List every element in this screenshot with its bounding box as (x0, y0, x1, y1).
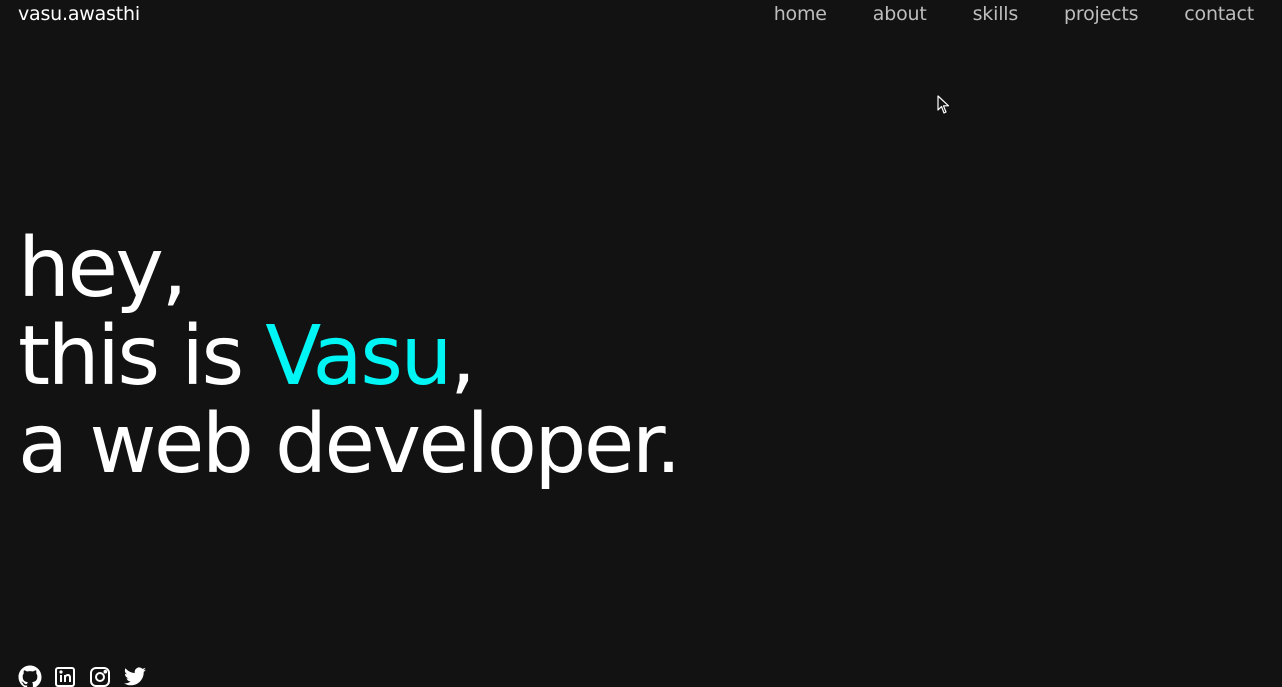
hero-line-intro: this is Vasu, (18, 313, 679, 401)
github-icon (18, 665, 42, 687)
nav-item-skills: skills (973, 2, 1019, 26)
nav-link-projects[interactable]: projects (1064, 3, 1138, 25)
nav-item-projects: projects (1064, 2, 1138, 26)
hero-intro-suffix: , (449, 309, 476, 404)
instagram-link[interactable] (88, 665, 112, 687)
mouse-cursor-icon (937, 95, 950, 114)
hero-line-greeting: hey, (18, 221, 188, 316)
nav-link-home[interactable]: home (774, 3, 827, 25)
hero-line-role: a web developer. (18, 397, 682, 492)
nav-link-about[interactable]: about (873, 3, 927, 25)
nav-item-contact: contact (1184, 2, 1254, 26)
linkedin-link[interactable] (53, 665, 77, 687)
hero-name: Vasu (265, 309, 452, 404)
social-links (18, 665, 147, 687)
main-nav: home about skills projects contact (774, 2, 1254, 26)
nav-link-contact[interactable]: contact (1184, 3, 1254, 25)
nav-item-about: about (873, 2, 927, 26)
instagram-icon (90, 667, 110, 687)
github-link[interactable] (18, 665, 42, 687)
twitter-link[interactable] (123, 665, 147, 687)
hero-intro-prefix: this is (18, 309, 266, 404)
twitter-icon (124, 667, 146, 686)
site-logo-link[interactable]: vasu.awasthi (18, 2, 140, 26)
linkedin-icon (55, 667, 75, 687)
hero-heading: hey, this is Vasu, a web developer. (18, 221, 682, 492)
nav-item-home: home (774, 2, 827, 26)
nav-link-skills[interactable]: skills (973, 3, 1019, 25)
